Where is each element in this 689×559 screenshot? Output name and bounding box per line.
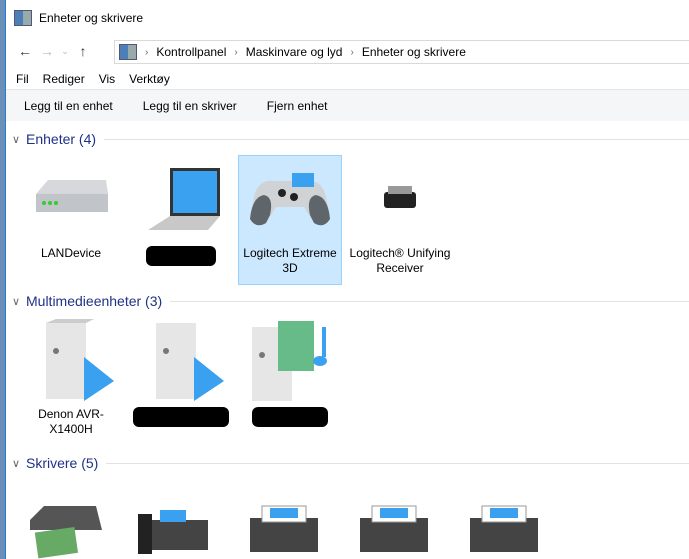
group-label: Enheter (4)	[26, 131, 97, 147]
gamepad-icon	[239, 156, 341, 242]
device-logitech-extreme-3d[interactable]: Logitech Extreme 3D	[238, 155, 342, 285]
group-multimedia[interactable]: ∨ Multimedieenheter (3)	[12, 293, 689, 309]
title-bar: Enheter og skrivere	[14, 10, 143, 26]
breadcrumb-item[interactable]: Kontrollpanel	[156, 45, 226, 59]
back-arrow-icon[interactable]: ←	[14, 43, 36, 59]
add-device-button[interactable]: Legg til en enhet	[24, 99, 113, 113]
printer-photo-icon[interactable]	[24, 490, 104, 559]
device-label: LANDevice	[40, 246, 102, 260]
menu-verktoy[interactable]: Verktøy	[129, 72, 170, 86]
fax-icon[interactable]	[134, 490, 214, 559]
breadcrumb-item[interactable]: Maskinvare og lyd	[246, 45, 343, 59]
remove-device-button[interactable]: Fjern enhet	[267, 99, 328, 113]
media-server-icon	[20, 317, 122, 403]
media-server-icon	[130, 317, 232, 403]
media-library-icon	[239, 317, 341, 403]
address-bar[interactable]: › Kontrollpanel › Maskinvare og lyd › Enhe…	[114, 40, 689, 64]
control-panel-icon	[14, 10, 32, 26]
menu-bar: Fil Rediger Vis Verktøy	[16, 72, 170, 86]
printer-list	[24, 490, 544, 559]
chevron-down-icon: ∨	[12, 295, 21, 308]
usb-receiver-icon	[349, 156, 451, 242]
device-label: Denon AVR-X1400H	[38, 407, 104, 436]
group-devices[interactable]: ∨ Enheter (4)	[12, 131, 689, 147]
chevron-down-icon: ∨	[12, 133, 21, 146]
up-arrow-icon[interactable]: ↑	[72, 43, 94, 59]
menu-vis[interactable]: Vis	[99, 72, 115, 86]
control-panel-icon	[119, 44, 137, 60]
breadcrumb-item[interactable]: Enheter og skrivere	[362, 45, 466, 59]
navigation-bar: ← → ⌄ ↑ › Kontrollpanel › Maskinvare og l…	[6, 38, 689, 64]
printer-icon[interactable]	[464, 490, 544, 559]
media-device[interactable]	[238, 316, 342, 446]
device-logitech-unifying-receiver[interactable]: Logitech® Unifying Receiver	[348, 155, 452, 285]
chevron-down-icon: ∨	[12, 457, 21, 470]
redacted-label	[252, 407, 328, 427]
recent-chevron-icon[interactable]: ⌄	[58, 46, 72, 57]
menu-fil[interactable]: Fil	[16, 72, 29, 86]
window-title: Enheter og skrivere	[39, 11, 144, 25]
printer-icon[interactable]	[354, 490, 434, 559]
window: Enheter og skrivere ← → ⌄ ↑ › Kontrollpa…	[5, 0, 689, 559]
printer-icon[interactable]	[244, 490, 324, 559]
media-device[interactable]	[129, 316, 233, 446]
group-label: Skrivere (5)	[26, 455, 99, 471]
redacted-label	[133, 407, 229, 427]
device-landevice[interactable]: LANDevice	[19, 155, 123, 285]
menu-rediger[interactable]: Rediger	[43, 72, 85, 86]
router-icon	[20, 156, 122, 242]
device-laptop[interactable]	[129, 155, 233, 285]
forward-arrow-icon[interactable]: →	[36, 43, 58, 59]
device-label: Logitech® Unifying Receiver	[349, 246, 451, 275]
laptop-icon	[130, 156, 232, 242]
redacted-label	[146, 246, 216, 266]
media-denon[interactable]: Denon AVR-X1400H	[19, 316, 123, 446]
add-printer-button[interactable]: Legg til en skriver	[143, 99, 237, 113]
device-label: Logitech Extreme 3D	[243, 246, 337, 275]
group-label: Multimedieenheter (3)	[26, 293, 163, 309]
group-printers[interactable]: ∨ Skrivere (5)	[12, 455, 689, 471]
command-bar: Legg til en enhet Legg til en skriver Fj…	[6, 89, 689, 121]
